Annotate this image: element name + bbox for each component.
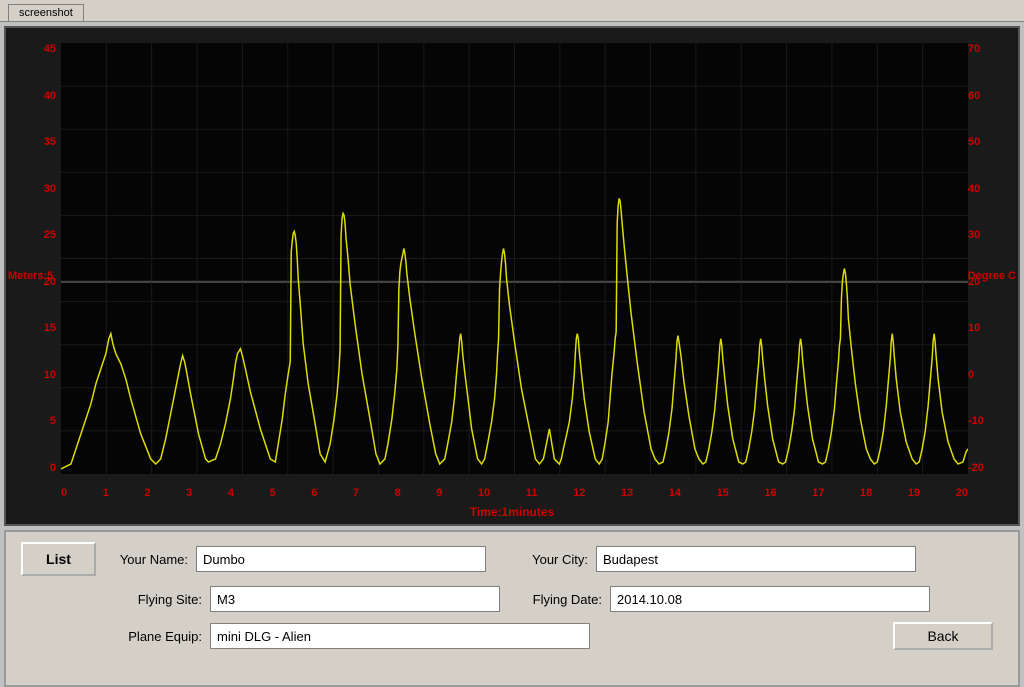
y-left-label-10: 10 [44,369,56,381]
y-left-label-35: 35 [44,136,56,148]
y-right-label-50: 50 [968,136,980,148]
form-row-3: Plane Equip: Back [21,622,1003,650]
y-left-label-5: 5 [50,415,56,427]
chart-container: 45 40 35 30 25 20 15 10 5 0 Meters:5 70 … [4,26,1020,526]
y-right-label-10: 10 [968,322,980,334]
form-row-2: Flying Site: Flying Date: [110,586,1003,612]
x-label-5: 5 [270,487,276,499]
y-right-label-30: 30 [968,229,980,241]
x-label-1: 1 [103,487,109,499]
y-axis-right: 70 60 50 40 30 20 10 0 -10 -20 [963,43,1018,474]
x-label-13: 13 [621,487,633,499]
x-axis: 0 1 2 3 4 5 6 7 8 9 10 11 12 13 14 15 16… [61,487,968,499]
tab-screenshot[interactable]: screenshot [8,4,84,21]
chart-svg [61,43,968,474]
y-left-label-40: 40 [44,90,56,102]
y-axis-left: 45 40 35 30 25 20 15 10 5 0 [6,43,61,474]
x-label-10: 10 [478,487,490,499]
y-axis-left-title: Meters:5 [8,270,53,282]
x-label-14: 14 [669,487,681,499]
y-right-label-minus10: -10 [968,415,984,427]
plane-equip-input[interactable] [210,623,590,649]
y-left-label-15: 15 [44,322,56,334]
y-right-label-0: 0 [968,369,974,381]
y-axis-right-title: Degree C [968,270,1016,282]
your-name-label: Your Name: [96,552,196,567]
x-label-18: 18 [860,487,872,499]
y-right-label-70: 70 [968,43,980,55]
x-label-11: 11 [526,487,538,499]
x-label-0: 0 [61,487,67,499]
tab-bar: screenshot [0,0,1024,22]
your-city-input[interactable] [596,546,916,572]
flying-date-group: Flying Date: [520,586,930,612]
x-label-12: 12 [573,487,585,499]
plane-equip-label: Plane Equip: [110,629,210,644]
flying-site-label: Flying Site: [110,592,210,607]
x-label-9: 9 [436,487,442,499]
x-axis-title: Time:1minutes [470,505,554,519]
your-city-label: Your City: [506,552,596,567]
x-label-15: 15 [717,487,729,499]
your-city-group: Your City: [506,546,916,572]
flying-date-label: Flying Date: [520,592,610,607]
form-area: List Your Name: Your City: Flying Site: … [4,530,1020,687]
y-right-label-40: 40 [968,183,980,195]
x-label-2: 2 [144,487,150,499]
y-right-label-60: 60 [968,90,980,102]
plane-equip-group: Plane Equip: [110,623,590,649]
y-right-label-minus20: -20 [968,462,984,474]
x-label-3: 3 [186,487,192,499]
flying-date-input[interactable] [610,586,930,612]
form-row-1: List Your Name: Your City: [21,542,1003,576]
flying-site-input[interactable] [210,586,500,612]
x-label-16: 16 [764,487,776,499]
x-label-7: 7 [353,487,359,499]
x-label-6: 6 [311,487,317,499]
your-name-input[interactable] [196,546,486,572]
y-left-label-25: 25 [44,229,56,241]
x-label-17: 17 [812,487,824,499]
x-label-20: 20 [956,487,968,499]
back-button[interactable]: Back [893,622,993,650]
y-left-label-30: 30 [44,183,56,195]
list-button[interactable]: List [21,542,96,576]
y-left-label-45: 45 [44,43,56,55]
x-label-4: 4 [228,487,234,499]
x-label-8: 8 [395,487,401,499]
y-left-label-0: 0 [50,462,56,474]
x-label-19: 19 [908,487,920,499]
